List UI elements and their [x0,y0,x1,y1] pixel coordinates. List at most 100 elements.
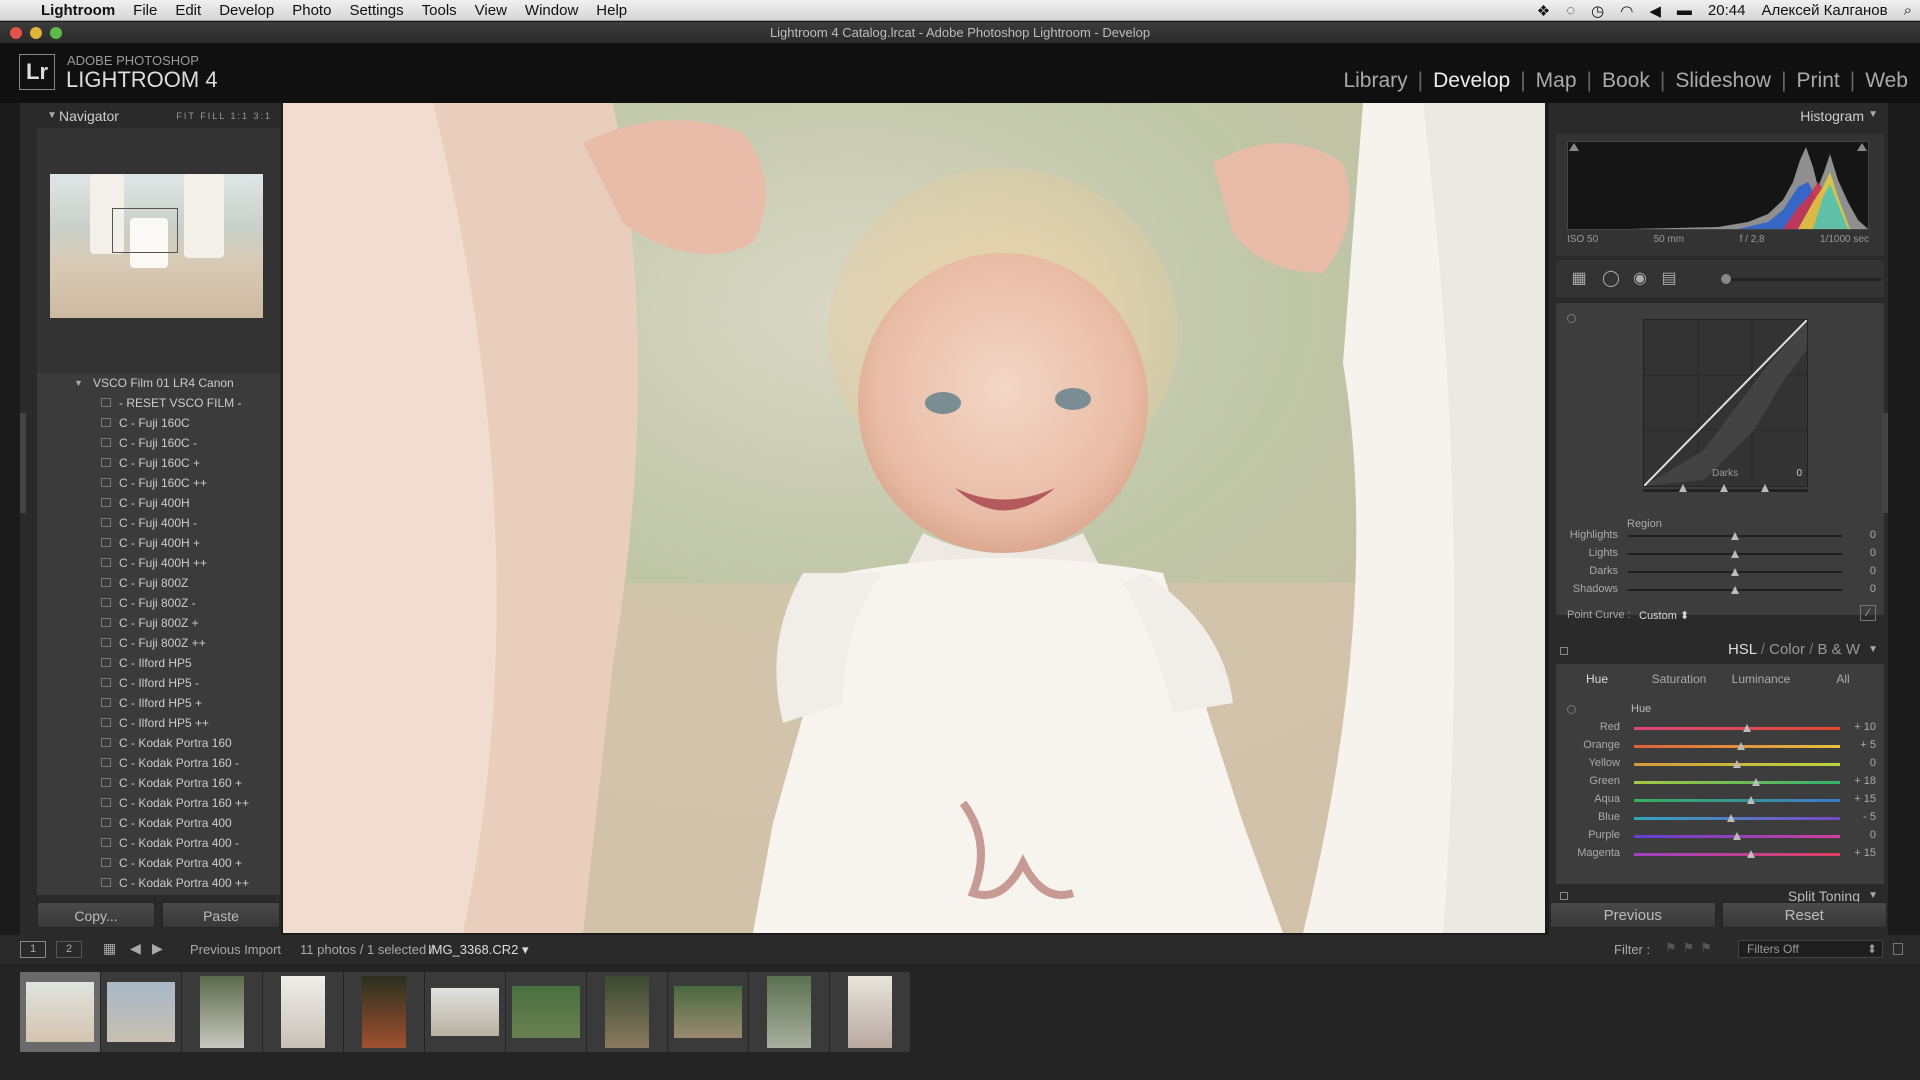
module-library[interactable]: Library [1335,69,1415,93]
preset-item[interactable]: C - Kodak Portra 160 - [37,753,280,773]
slider-thumb[interactable] [1731,586,1739,594]
hue-green-slider[interactable] [1634,778,1840,786]
preset-item[interactable]: C - Ilford HP5 - [37,673,280,693]
preset-item[interactable]: C - Fuji 400H ++ [37,553,280,573]
brush-slider[interactable] [1721,274,1881,284]
wifi-icon[interactable]: ◠ [1612,2,1641,20]
target-adjust-icon[interactable] [1567,705,1576,714]
hue-blue-value[interactable]: - 5 [1846,811,1876,823]
sync-icon[interactable]: ◌ [1558,2,1583,19]
module-slideshow[interactable]: Slideshow [1667,69,1779,93]
curve-edit-icon[interactable]: ⁄ [1860,605,1876,621]
preset-item[interactable]: C - Fuji 400H + [37,533,280,553]
time-machine-icon[interactable]: ◷ [1583,2,1612,20]
menu-tools[interactable]: Tools [413,0,466,21]
subtab-hue[interactable]: Hue [1556,664,1638,694]
hue-aqua-slider[interactable] [1634,796,1840,804]
preset-item[interactable]: C - Fuji 400H - [37,513,280,533]
slider-thumb[interactable] [1751,778,1760,786]
filmstrip-thumb[interactable] [425,972,505,1052]
zoom-3-1[interactable]: 3:1 [253,111,272,121]
region-lights-slider[interactable] [1628,550,1842,558]
filmstrip-thumb[interactable] [101,972,181,1052]
hue-magenta-value[interactable]: + 15 [1846,847,1876,859]
filmstrip-thumb[interactable] [668,972,748,1052]
filename-dropdown[interactable]: IMG_3368.CR2 ▾ [428,942,528,958]
navigator-header[interactable]: ▼ Navigator FIT FILL 1:1 3:1 [37,103,280,129]
region-shadows-value[interactable]: 0 [1846,583,1876,595]
menu-edit[interactable]: Edit [166,0,210,21]
zoom-1-1[interactable]: 1:1 [230,111,249,121]
filter-lock-icon[interactable] [1893,943,1903,955]
right-panel-scrollbar[interactable] [1882,413,1888,513]
module-map[interactable]: Map [1528,69,1585,93]
preset-item[interactable]: C - Fuji 160C + [37,453,280,473]
flag-icon[interactable]: ▬ [1669,2,1700,19]
preset-item[interactable]: - RESET VSCO FILM - [37,393,280,413]
slider-thumb[interactable] [1747,796,1756,804]
minimize-button[interactable] [30,27,42,39]
region-highlights-value[interactable]: 0 [1846,529,1876,541]
histogram-header[interactable]: Histogram [1800,103,1864,129]
slider-thumb[interactable] [1733,760,1741,768]
menu-develop[interactable]: Develop [210,0,283,21]
hue-aqua-value[interactable]: + 15 [1846,793,1876,805]
dropbox-icon[interactable]: ❖ [1529,2,1558,20]
point-curve-select[interactable]: Custom ⬍ [1639,609,1689,622]
preset-item[interactable]: C - Ilford HP5 [37,653,280,673]
slider-thumb[interactable] [1747,850,1756,858]
region-lights-value[interactable]: 0 [1846,547,1876,559]
preset-item[interactable]: C - Kodak Portra 160 [37,733,280,753]
previous-button[interactable]: Previous [1550,902,1716,928]
menu-photo[interactable]: Photo [283,0,340,21]
panel-toggle-icon[interactable] [1567,314,1576,323]
reset-button[interactable]: Reset [1721,902,1887,928]
hue-orange-slider[interactable] [1634,742,1840,750]
filmstrip-thumb[interactable] [263,972,343,1052]
hue-yellow-slider[interactable] [1634,760,1840,768]
collapse-triangle-icon[interactable]: ▼ [1868,638,1878,662]
filmstrip-thumb[interactable] [506,972,586,1052]
preset-item[interactable]: C - Fuji 160C [37,413,280,433]
module-book[interactable]: Book [1594,69,1658,93]
close-button[interactable] [10,27,22,39]
panel-switch-icon[interactable] [1560,647,1568,655]
menu-app-name[interactable]: Lightroom [32,0,124,21]
menu-settings[interactable]: Settings [340,0,412,21]
preset-item[interactable]: C - Fuji 800Z ++ [37,633,280,653]
preset-item[interactable]: C - Fuji 800Z [37,573,280,593]
preset-item[interactable]: C - Kodak Portra 160 + [37,773,280,793]
collapse-triangle-icon[interactable]: ▼ [1868,109,1878,120]
folder-expand-icon[interactable]: ▼ [74,373,83,393]
collapse-triangle-icon[interactable]: ▼ [47,103,57,129]
preset-item[interactable]: C - Fuji 800Z - [37,593,280,613]
graduated-filter-icon[interactable]: ▤ [1658,269,1680,289]
histogram-graph[interactable] [1567,141,1869,230]
source-label[interactable]: Previous Import [190,942,281,957]
navigator-view-rectangle[interactable] [112,208,178,253]
preset-item[interactable]: C - Fuji 800Z + [37,613,280,633]
slider-thumb[interactable] [1726,814,1735,822]
hsl-tab-bw[interactable]: B & W [1817,641,1860,658]
hue-red-slider[interactable] [1634,724,1840,732]
zoom-fill[interactable]: FILL [200,111,226,121]
menu-view[interactable]: View [466,0,516,21]
user-name[interactable]: Алексей Калганов [1753,2,1895,19]
region-highlights-slider[interactable] [1628,532,1842,540]
subtab-luminance[interactable]: Luminance [1720,664,1802,694]
slider-thumb[interactable] [1737,742,1746,750]
subtab-all[interactable]: All [1802,664,1884,694]
hue-orange-value[interactable]: + 5 [1846,739,1876,751]
red-eye-icon[interactable]: ◉ [1629,269,1651,289]
slider-thumb[interactable] [1743,724,1752,732]
preset-item[interactable]: C - Kodak Portra 400 - [37,833,280,853]
filmstrip-thumb[interactable] [830,972,910,1052]
filmstrip-thumb[interactable] [749,972,829,1052]
filmstrip-thumb[interactable] [20,972,100,1052]
preset-item[interactable]: C - Kodak Portra 160 ++ [37,793,280,813]
crop-icon[interactable]: ▦ [1568,269,1590,289]
forward-arrow-icon[interactable]: ▶ [152,940,163,957]
clock[interactable]: 20:44 [1700,2,1754,19]
zoom-fit[interactable]: FIT [176,111,195,121]
menu-window[interactable]: Window [516,0,587,21]
